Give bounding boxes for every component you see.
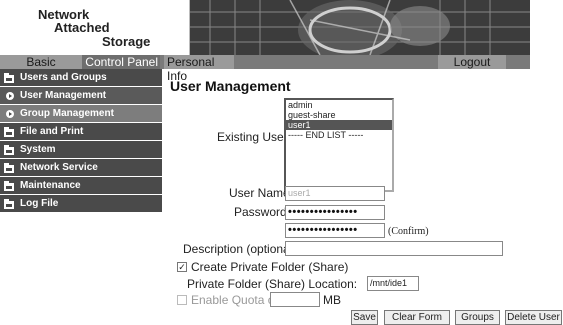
list-item[interactable]: guest-share <box>286 110 392 120</box>
logo-line-2: Attached <box>54 20 110 35</box>
folder-icon <box>4 181 14 191</box>
sidebar-item-file-and-print[interactable]: File and Print <box>0 123 162 141</box>
password-label: Password <box>234 205 287 219</box>
sidebar-item-network-service[interactable]: Network Service <box>0 159 162 177</box>
create-folder-label: Create Private Folder (Share) <box>191 260 349 274</box>
sidebar-item-log-file[interactable]: Log File <box>0 195 162 213</box>
main-content: User Management Existing Users admin gue… <box>162 69 563 325</box>
sidebar-item-label: System <box>20 144 56 155</box>
quota-unit-label: MB <box>323 293 341 307</box>
folder-icon <box>4 73 14 83</box>
folder-icon <box>4 145 14 155</box>
banner-graphic <box>190 0 530 55</box>
folder-icon <box>4 127 14 137</box>
password-input[interactable]: •••••••••••••••• <box>285 205 385 220</box>
confirm-password-input[interactable]: •••••••••••••••• <box>285 223 385 238</box>
folder-icon <box>4 163 14 173</box>
sidebar-item-maintenance[interactable]: Maintenance <box>0 177 162 195</box>
list-item-selected[interactable]: user1 <box>286 120 392 130</box>
tab-control-panel[interactable]: Control Panel <box>82 55 160 69</box>
groups-button[interactable]: Groups <box>455 310 500 325</box>
user-name-input[interactable]: user1 <box>285 186 385 201</box>
list-item[interactable]: ----- END LIST ----- <box>286 130 392 140</box>
folder-location-label: Private Folder (Share) Location: <box>187 277 358 291</box>
logo: Network Attached Storage <box>0 0 190 55</box>
sidebar-item-label: Users and Groups <box>20 72 107 83</box>
sidebar-item-group-management[interactable]: Group Management <box>0 105 162 123</box>
sidebar-item-label: Network Service <box>20 162 98 173</box>
sidebar-item-label: Log File <box>20 198 59 209</box>
folder-location-input[interactable]: /mnt/ide1 <box>367 276 419 291</box>
list-item[interactable]: admin <box>286 100 392 110</box>
sidebar-item-users-and-groups[interactable]: Users and Groups <box>0 69 162 87</box>
enable-quota-label: Enable Quota of <box>191 293 278 307</box>
description-label: Description (optional) <box>183 242 297 256</box>
delete-user-button[interactable]: Delete User <box>505 310 562 325</box>
tab-bar: Basic Control Panel Personal Info Logout <box>0 55 530 83</box>
page-title: User Management <box>170 78 291 94</box>
tab-basic[interactable]: Basic <box>0 55 82 69</box>
save-button[interactable]: Save <box>351 310 378 325</box>
bullet-arrow-icon <box>6 110 14 118</box>
existing-users-label: Existing Users <box>217 130 294 144</box>
sidebar-item-system[interactable]: System <box>0 141 162 159</box>
header-banner-image <box>190 0 530 55</box>
logo-line-3: Storage <box>102 34 151 49</box>
header: Network Attached Storage <box>0 0 530 55</box>
sidebar-item-label: Maintenance <box>20 180 81 191</box>
sidebar-item-label: User Management <box>20 90 107 101</box>
sidebar-item-label: File and Print <box>20 126 84 137</box>
sidebar: Users and Groups User Management Group M… <box>0 69 162 325</box>
user-name-label: User Name <box>229 186 290 200</box>
confirm-label: (Confirm) <box>388 226 429 237</box>
sidebar-item-user-management[interactable]: User Management <box>0 87 162 105</box>
logout-button[interactable]: Logout <box>438 55 506 69</box>
bullet-arrow-icon <box>6 92 14 100</box>
clear-form-button[interactable]: Clear Form <box>384 310 450 325</box>
folder-icon <box>4 199 14 209</box>
create-folder-checkbox[interactable]: ✓ <box>177 262 187 272</box>
sidebar-item-label: Group Management <box>20 108 114 119</box>
quota-input[interactable] <box>270 292 320 307</box>
enable-quota-checkbox[interactable] <box>177 295 187 305</box>
description-input[interactable] <box>285 241 503 256</box>
tab-personal-info[interactable]: Personal Info <box>164 55 234 83</box>
existing-users-listbox[interactable]: admin guest-share user1 ----- END LIST -… <box>284 98 394 192</box>
